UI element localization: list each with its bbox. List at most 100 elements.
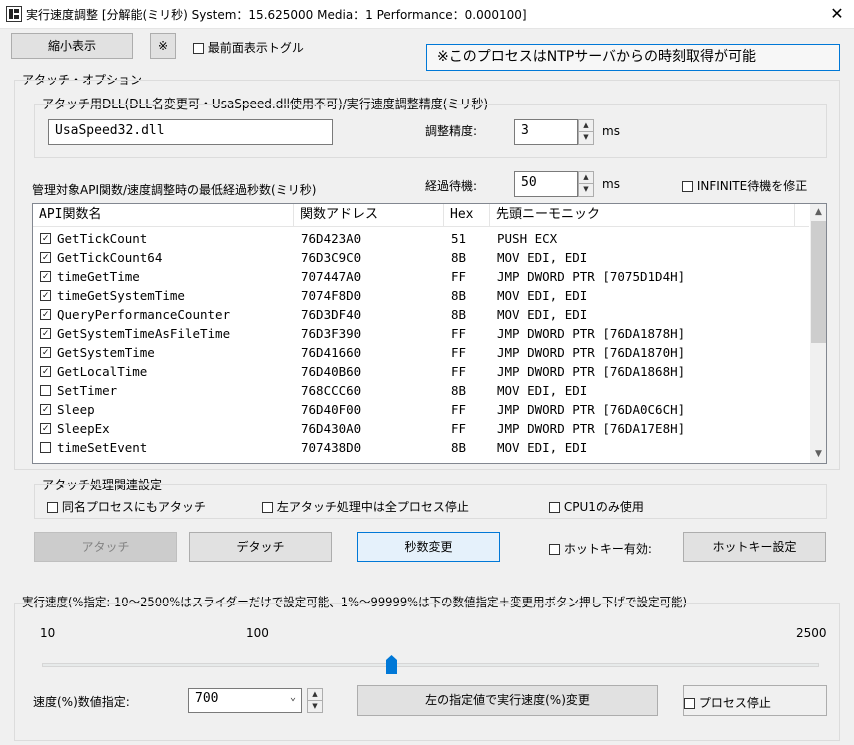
table-row[interactable]: SetTimer 768CCC60 8B MOV EDI, EDI	[33, 381, 809, 400]
table-row[interactable]: GetTickCount64 76D3C9C0 8B MOV EDI, EDI	[33, 248, 809, 267]
cell-hex: FF	[451, 345, 467, 360]
cell-hex: 8B	[451, 288, 467, 303]
stop-all-toggle[interactable]: 左アタッチ処理中は全プロセス停止	[262, 498, 469, 515]
speed-value-combo[interactable]: 700 ⌄	[188, 688, 302, 713]
spin-down-icon[interactable]: ▼	[579, 132, 593, 144]
row-checkbox[interactable]	[40, 366, 51, 377]
table-row[interactable]: GetSystemTime 76D41660 FF JMP DWORD PTR [76…	[33, 343, 809, 362]
cell-hex: FF	[451, 326, 467, 341]
row-checkbox[interactable]	[40, 328, 51, 339]
table-row[interactable]: timeGetTime 707447A0 FF JMP DWORD PTR [7075…	[33, 267, 809, 286]
row-checkbox[interactable]	[40, 347, 51, 358]
row-checkbox[interactable]	[40, 442, 51, 453]
cell-hex: 51	[451, 231, 467, 246]
column-header-hex[interactable]: Hex	[444, 204, 490, 226]
vertical-scrollbar[interactable]: ▲ ▼	[810, 204, 826, 463]
scroll-down-icon[interactable]: ▼	[810, 446, 826, 463]
cell-name: GetTickCount	[57, 231, 148, 246]
cpu1-toggle[interactable]: CPU1のみ使用	[549, 498, 644, 515]
stop-process-checkbox[interactable]	[684, 698, 695, 709]
topmost-checkbox[interactable]	[193, 43, 204, 54]
table-row[interactable]: GetSystemTimeAsFileTime 76D3F390 FF JMP DWO…	[33, 324, 809, 343]
table-row[interactable]: GetTickCount 76D423A0 51 PUSH ECX	[33, 229, 809, 248]
cell-hex: FF	[451, 402, 467, 417]
infinite-toggle[interactable]: INFINITE待機を修正	[682, 177, 807, 194]
row-checkbox[interactable]	[40, 233, 51, 244]
column-header-address[interactable]: 関数アドレス	[294, 204, 444, 226]
cell-name: SleepEx	[57, 421, 110, 436]
cell-hex: FF	[451, 421, 467, 436]
cell-mnemonic: MOV EDI, EDI	[497, 307, 588, 322]
table-row[interactable]: timeSetEvent 707438D0 8B MOV EDI, EDI	[33, 438, 809, 457]
scroll-thumb[interactable]	[811, 221, 826, 343]
stop-process-label: プロセス停止	[698, 696, 771, 710]
speed-slider-track[interactable]	[42, 663, 819, 667]
table-row[interactable]: timeGetSystemTime 7074F8D0 8B MOV EDI, EDI	[33, 286, 809, 305]
hotkey-settings-button[interactable]: ホットキー設定	[683, 532, 826, 562]
shrink-button[interactable]: 縮小表示	[11, 33, 133, 59]
speed-value-label: 速度(%)数値指定:	[33, 695, 130, 709]
speed-slider-thumb[interactable]	[386, 655, 398, 674]
dll-name-input[interactable]: UsaSpeed32.dll	[48, 119, 333, 145]
spin-up-icon[interactable]: ▲	[579, 120, 593, 132]
cell-name: SetTimer	[57, 383, 118, 398]
cell-address: 76D423A0	[301, 231, 362, 246]
mark-button[interactable]: ※	[150, 33, 176, 59]
cell-mnemonic: JMP DWORD PTR [76DA17E8H]	[497, 421, 686, 436]
row-checkbox[interactable]	[40, 423, 51, 434]
same-name-checkbox[interactable]	[47, 502, 58, 513]
spin-up-icon[interactable]: ▲	[308, 689, 322, 701]
cell-hex: FF	[451, 364, 467, 379]
apply-speed-button[interactable]: 左の指定値で実行速度(%)変更	[357, 685, 658, 716]
spin-down-icon[interactable]: ▼	[308, 701, 322, 713]
chevron-down-icon[interactable]: ⌄	[290, 692, 296, 703]
table-row[interactable]: GetLocalTime 76D40B60 FF JMP DWORD PTR [76D…	[33, 362, 809, 381]
ntp-notice: ※このプロセスはNTPサーバからの時刻取得が可能	[426, 44, 840, 71]
table-row[interactable]: SleepEx 76D430A0 FF JMP DWORD PTR [76DA17E8…	[33, 419, 809, 438]
precision-input[interactable]: 3	[514, 119, 578, 145]
row-checkbox[interactable]	[40, 385, 51, 396]
stop-all-checkbox[interactable]	[262, 502, 273, 513]
cell-name: GetSystemTime	[57, 345, 155, 360]
row-checkbox[interactable]	[40, 252, 51, 263]
change-seconds-button[interactable]: 秒数変更	[357, 532, 500, 562]
app-icon	[6, 6, 22, 22]
cell-name: GetTickCount64	[57, 250, 163, 265]
table-row[interactable]: Sleep 76D40F00 FF JMP DWORD PTR [76DA0C6CH]	[33, 400, 809, 419]
cpu1-checkbox[interactable]	[549, 502, 560, 513]
scroll-up-icon[interactable]: ▲	[810, 204, 826, 221]
api-list[interactable]: API関数名 関数アドレス Hex 先頭ニーモニック GetTickCount 7…	[32, 203, 827, 464]
speed-spinner[interactable]: ▲ ▼	[307, 688, 323, 713]
spin-down-icon[interactable]: ▼	[579, 184, 593, 196]
wait-input[interactable]: 50	[514, 171, 578, 197]
tick-mid-label: 100	[246, 626, 269, 640]
column-header-mnemonic[interactable]: 先頭ニーモニック	[490, 204, 795, 226]
spin-up-icon[interactable]: ▲	[579, 172, 593, 184]
row-checkbox[interactable]	[40, 404, 51, 415]
cell-hex: 8B	[451, 383, 467, 398]
stop-process-toggle[interactable]: プロセス停止	[683, 685, 827, 716]
hotkey-checkbox[interactable]	[549, 544, 560, 555]
speed-group	[14, 603, 840, 741]
precision-spinner[interactable]: ▲ ▼	[578, 119, 594, 145]
detach-button[interactable]: デタッチ	[189, 532, 332, 562]
row-checkbox[interactable]	[40, 271, 51, 282]
managed-api-label: 管理対象API関数/速度調整時の最低経過秒数(ミリ秒)	[32, 183, 317, 197]
table-row[interactable]: QueryPerformanceCounter 76D3DF40 8B MOV EDI…	[33, 305, 809, 324]
cell-hex: FF	[451, 269, 467, 284]
wait-spinner[interactable]: ▲ ▼	[578, 171, 594, 197]
title-bar[interactable]: 実行速度調整 [分解能(ミリ秒) System：15.625000 Media：…	[0, 0, 854, 29]
same-name-toggle[interactable]: 同名プロセスにもアタッチ	[47, 498, 206, 515]
cell-address: 76D40F00	[301, 402, 362, 417]
row-checkbox[interactable]	[40, 309, 51, 320]
stop-all-label: 左アタッチ処理中は全プロセス停止	[276, 500, 469, 514]
hotkey-toggle[interactable]: ホットキー有効:	[549, 540, 652, 557]
row-checkbox[interactable]	[40, 290, 51, 301]
column-header-name[interactable]: API関数名	[33, 204, 294, 226]
infinite-checkbox[interactable]	[682, 181, 693, 192]
cell-address: 707447A0	[301, 269, 362, 284]
cell-mnemonic: JMP DWORD PTR [7075D1D4H]	[497, 269, 686, 284]
close-icon[interactable]: ✕	[820, 0, 854, 28]
attach-button[interactable]: アタッチ	[34, 532, 177, 562]
topmost-toggle[interactable]: 最前面表示トグル	[193, 39, 304, 56]
